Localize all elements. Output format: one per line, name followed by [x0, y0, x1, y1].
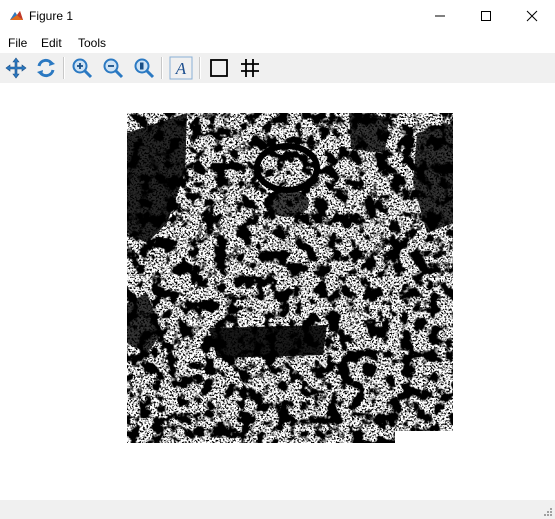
- close-icon: [526, 10, 538, 22]
- insert-text-icon: A: [169, 56, 193, 80]
- zoom-in-icon: [72, 58, 93, 79]
- menu-file[interactable]: File: [8, 36, 27, 50]
- binary-image: [127, 113, 453, 455]
- figure-canvas[interactable]: [0, 83, 555, 500]
- maximize-icon: [481, 11, 491, 21]
- toolbar-separator: [161, 57, 163, 79]
- toolbar-separator: [199, 57, 201, 79]
- insert-text-button[interactable]: A: [168, 55, 194, 81]
- grid-button[interactable]: [237, 55, 263, 81]
- zoom-reset-icon: [134, 58, 155, 79]
- zoom-out-button[interactable]: [100, 55, 126, 81]
- resize-grip-icon[interactable]: [543, 507, 553, 517]
- menu-bar: File Edit Tools: [0, 32, 555, 53]
- pan-button[interactable]: [3, 55, 29, 81]
- toolbar-separator: [63, 57, 65, 79]
- maximize-button[interactable]: [463, 0, 509, 32]
- svg-text:A: A: [175, 59, 187, 78]
- rotate-icon: [37, 58, 55, 78]
- toolbar: A: [0, 53, 555, 83]
- window-title: Figure 1: [29, 9, 74, 23]
- menu-edit[interactable]: Edit: [41, 36, 62, 50]
- rotate-button[interactable]: [33, 55, 59, 81]
- minimize-button[interactable]: [417, 0, 463, 32]
- zoom-in-button[interactable]: [69, 55, 95, 81]
- minimize-icon: [435, 15, 445, 17]
- grid-icon: [241, 59, 259, 77]
- box-icon: [210, 59, 228, 77]
- matlab-figure-icon: [10, 11, 23, 20]
- box-button[interactable]: [206, 55, 232, 81]
- zoom-out-icon: [103, 58, 124, 79]
- status-bar: [0, 500, 555, 519]
- title-bar: Figure 1: [0, 0, 555, 32]
- zoom-reset-button[interactable]: [131, 55, 157, 81]
- close-button[interactable]: [509, 0, 555, 32]
- menu-tools[interactable]: Tools: [78, 36, 106, 50]
- pan-icon: [5, 57, 27, 79]
